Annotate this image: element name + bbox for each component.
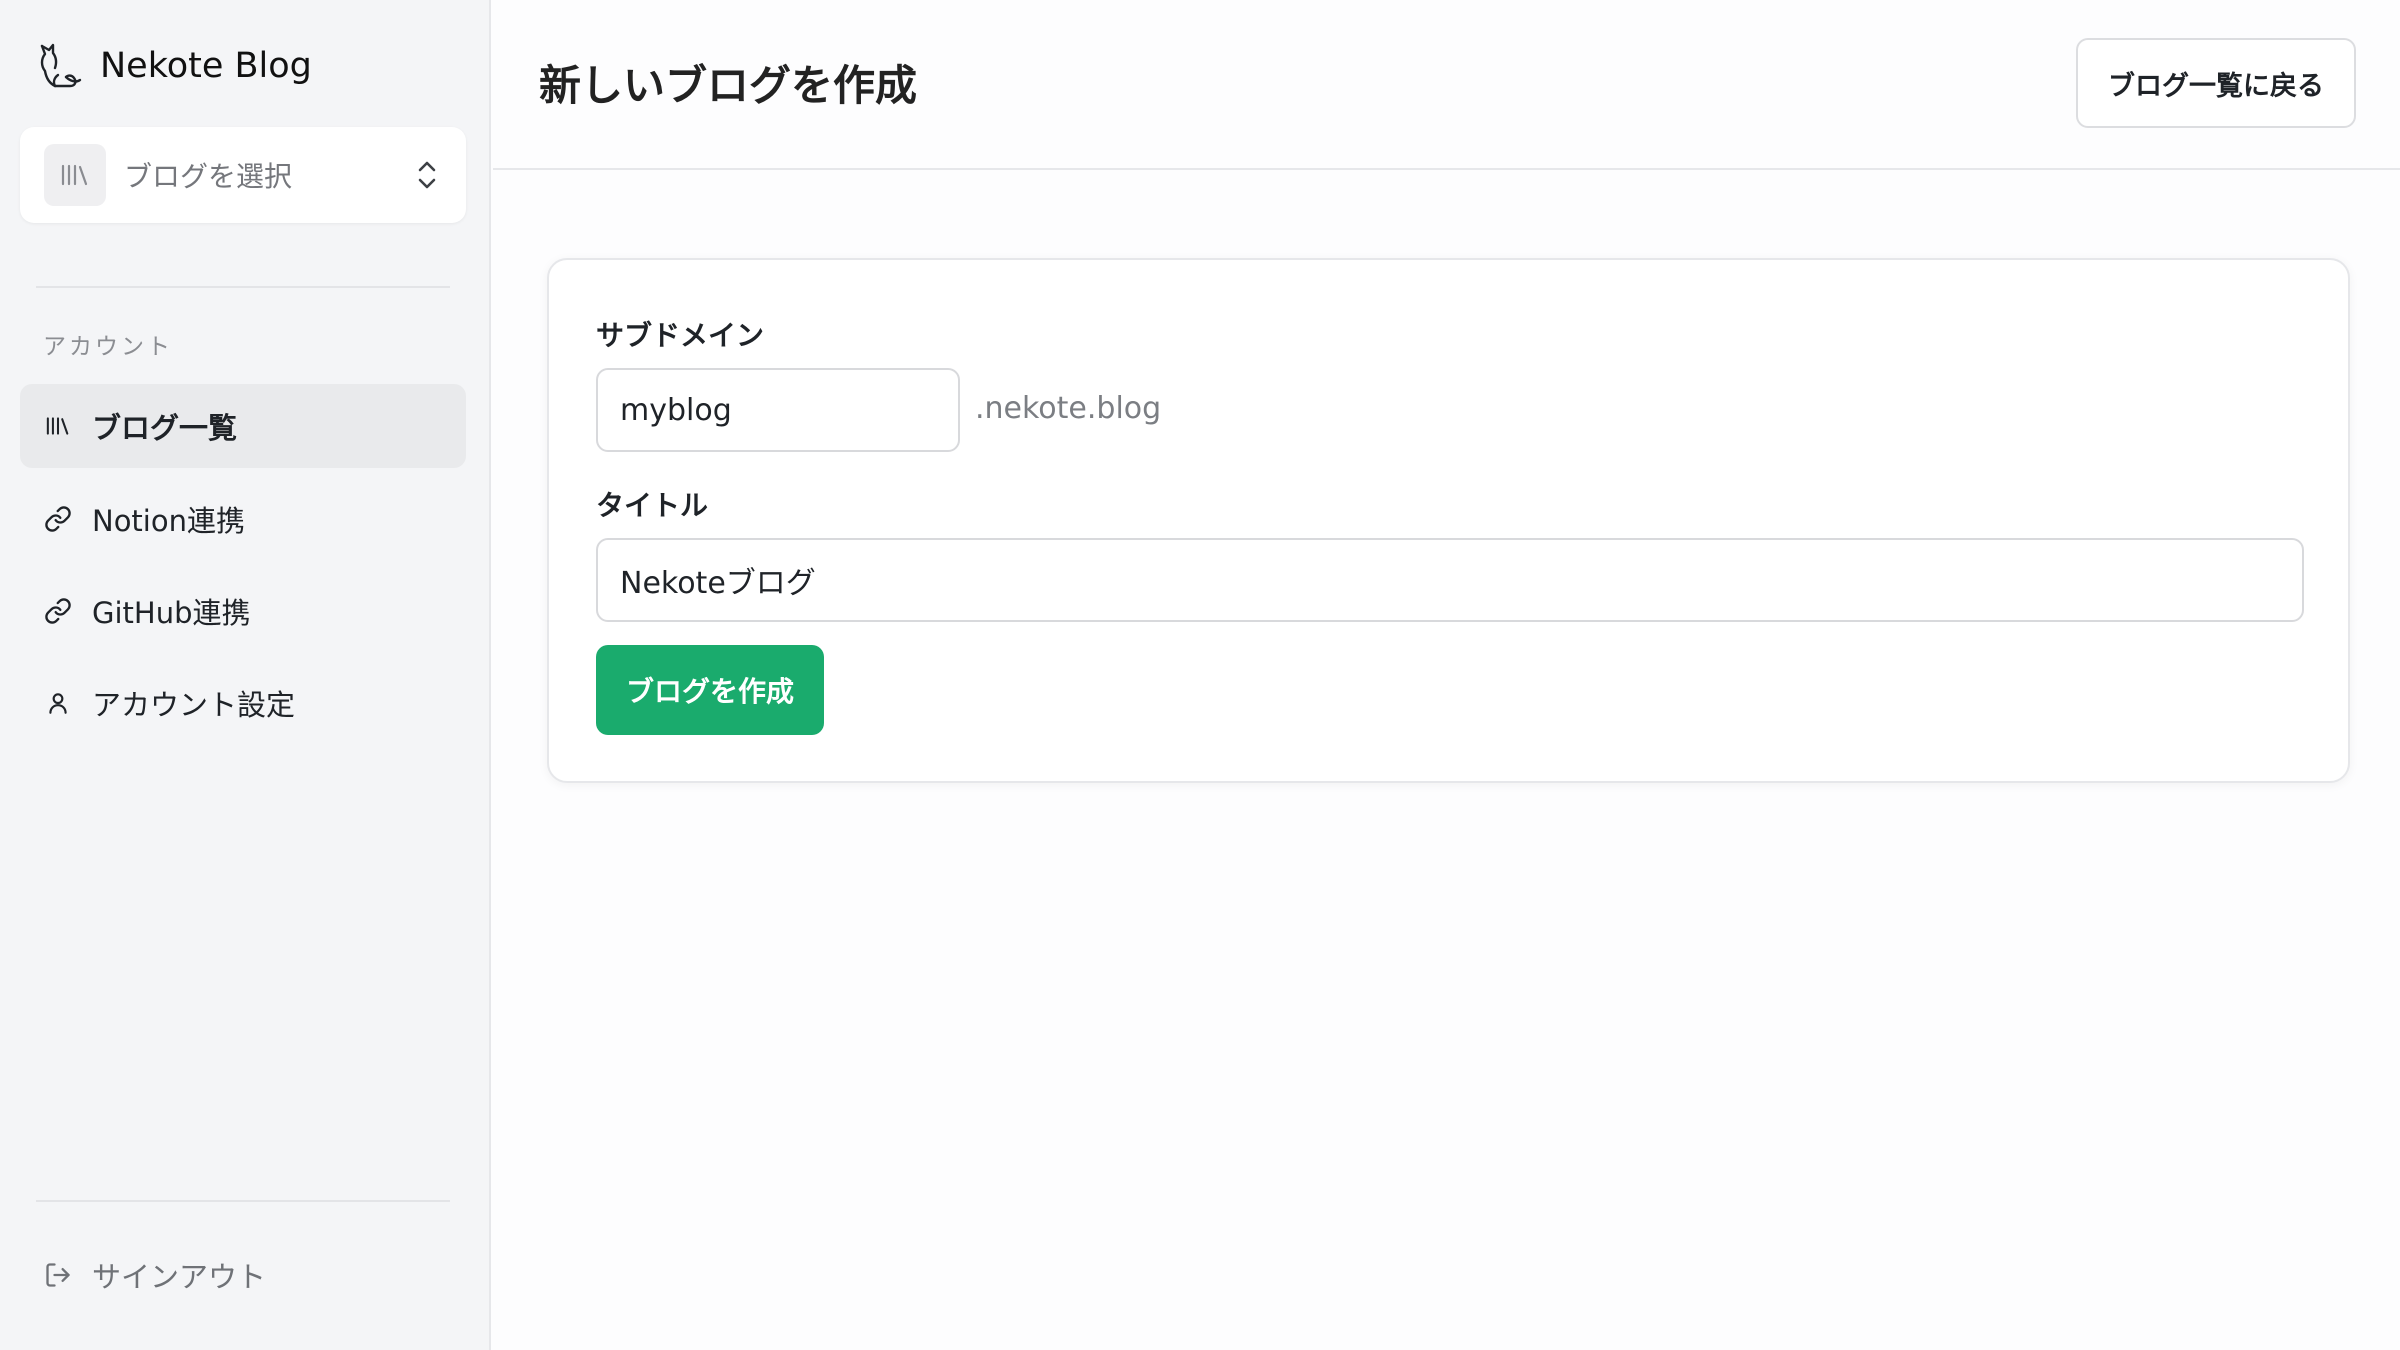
cat-logo-icon: [40, 43, 82, 88]
section-label-account: アカウント: [43, 334, 173, 360]
log-out-icon: [44, 1261, 72, 1289]
brand[interactable]: Nekote Blog: [36, 38, 312, 94]
subdomain-label: サブドメイン: [596, 319, 765, 352]
sidebar-item-blog-list[interactable]: ブログ一覧: [20, 384, 466, 468]
sidebar-item-account-settings[interactable]: アカウント設定: [20, 661, 466, 745]
library-icon: [44, 144, 106, 206]
sidebar-divider-top: [36, 286, 450, 288]
signout-label: サインアウト: [92, 1260, 267, 1294]
title-input[interactable]: [596, 538, 2304, 622]
chevron-up-down-icon: [418, 161, 436, 189]
sidebar-item-label: Notion連携: [92, 504, 245, 538]
sidebar: Nekote Blog ブログを選択 アカウント ブログ一覧 Notion連携 …: [0, 0, 491, 1350]
create-blog-form: サブドメイン .nekote.blog タイトル ブログを作成: [547, 258, 2350, 783]
page-header: 新しいブログを作成 ブログ一覧に戻る: [493, 0, 2400, 170]
sidebar-divider-bottom: [36, 1200, 450, 1202]
blog-select-dropdown[interactable]: ブログを選択: [20, 127, 466, 223]
subdomain-input[interactable]: [596, 368, 960, 452]
blog-select-label: ブログを選択: [124, 160, 293, 193]
user-icon: [44, 689, 72, 717]
create-blog-button[interactable]: ブログを作成: [596, 645, 825, 735]
sidebar-item-notion[interactable]: Notion連携: [20, 477, 466, 561]
sidebar-item-github[interactable]: GitHub連携: [20, 569, 466, 653]
brand-name: Nekote Blog: [100, 46, 312, 86]
subdomain-suffix: .nekote.blog: [975, 391, 1162, 426]
title-label: タイトル: [596, 489, 709, 522]
page-title: 新しいブログを作成: [539, 61, 918, 110]
back-to-blog-list-button[interactable]: ブログ一覧に戻る: [2076, 38, 2356, 128]
sidebar-item-label: GitHub連携: [92, 596, 251, 630]
link-icon: [44, 505, 72, 533]
sidebar-item-label: ブログ一覧: [92, 411, 238, 445]
sidebar-item-label: アカウント設定: [92, 688, 296, 722]
library-icon: [44, 412, 72, 440]
signout-button[interactable]: サインアウト: [20, 1233, 466, 1317]
link-icon: [44, 597, 72, 625]
